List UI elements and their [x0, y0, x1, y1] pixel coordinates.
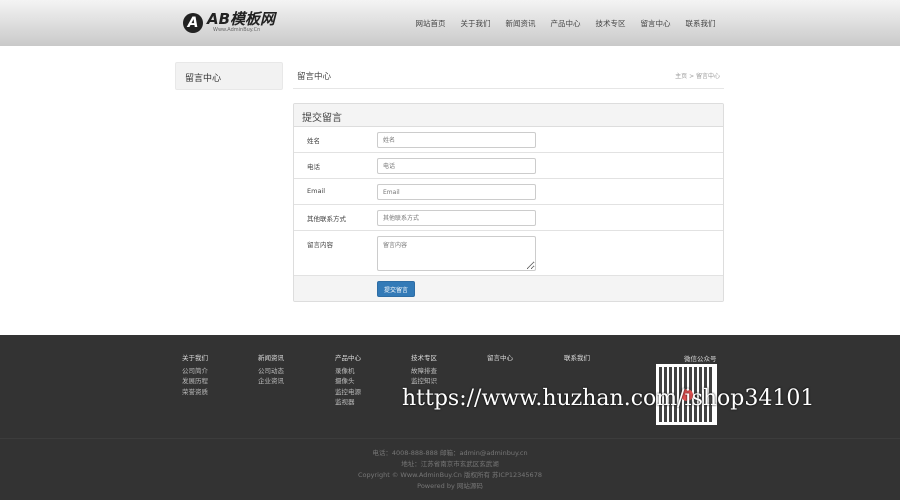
submit-button[interactable]: 提交留言 — [377, 281, 415, 297]
footer-link[interactable]: 故障排查 — [411, 366, 437, 377]
sidebar-item-message[interactable]: 留言中心 — [175, 62, 283, 90]
nav-about[interactable]: 关于我们 — [461, 18, 491, 29]
page-title: 留言中心 — [297, 72, 332, 82]
message-form: 提交留言 姓名 电话 Email 其他联系方式 留言内容 提交留言 — [293, 103, 724, 302]
footer-col-about: 关于我们 公司简介 发展历程 荣誉资质 — [182, 353, 208, 397]
footer-col-title[interactable]: 新闻资讯 — [258, 353, 284, 364]
footer-link[interactable]: 监视器 — [335, 397, 361, 408]
nav-message[interactable]: 留言中心 — [641, 18, 671, 29]
phone-input[interactable] — [377, 158, 536, 174]
footer-link[interactable]: 监控知识 — [411, 376, 437, 387]
powered-by-line[interactable]: Powered by 网站源码 — [0, 481, 900, 492]
footer-link[interactable]: 录像机 — [335, 366, 361, 377]
nav-news[interactable]: 新闻资讯 — [506, 18, 536, 29]
site-header: A AB模板网 Www.AdminBuy.Cn 网站首页 关于我们 新闻资讯 产… — [0, 0, 900, 46]
other-contact-label: 其他联系方式 — [307, 215, 346, 223]
footer-link[interactable]: 公司简介 — [182, 366, 208, 377]
footer-link[interactable]: 发展历程 — [182, 376, 208, 387]
footer-col-tech: 技术专区 故障排查 监控知识 — [411, 353, 437, 387]
footer-col-title[interactable]: 技术专区 — [411, 353, 437, 364]
footer-link[interactable]: 公司动态 — [258, 366, 284, 377]
footer-info: 电话：4008-888-888 邮箱：admin@adminbuy.cn 地址：… — [0, 448, 900, 492]
footer-col-title[interactable]: 产品中心 — [335, 353, 361, 364]
copyright-line: Copyright © Www.AdminBuy.Cn 版权所有 苏ICP123… — [358, 471, 542, 479]
breadcrumb[interactable]: 主页 > 留言中心 — [675, 71, 720, 80]
divider — [293, 88, 724, 89]
message-label: 留言内容 — [307, 241, 333, 249]
address-line: 地址：江苏省南京市玄武区玄武湖 — [401, 460, 499, 468]
main-nav: 网站首页 关于我们 新闻资讯 产品中心 技术专区 留言中心 联系我们 — [408, 18, 723, 29]
footer-link[interactable]: 荣誉资质 — [182, 387, 208, 398]
footer-divider — [0, 438, 900, 439]
contact-line: 电话：4008-888-888 邮箱：admin@adminbuy.cn — [372, 449, 528, 457]
nav-products[interactable]: 产品中心 — [551, 18, 581, 29]
logo[interactable]: A AB模板网 Www.AdminBuy.Cn — [183, 12, 275, 33]
message-textarea[interactable] — [377, 236, 536, 271]
footer-col-contact: 联系我们 — [564, 353, 590, 366]
phone-label: 电话 — [307, 163, 320, 171]
footer-link[interactable]: 监控电源 — [335, 387, 361, 398]
email-label: Email — [307, 187, 326, 195]
site-footer: 关于我们 公司简介 发展历程 荣誉资质 新闻资讯 公司动态 企业资讯 产品中心 … — [0, 335, 900, 500]
footer-col-title[interactable]: 联系我们 — [564, 353, 590, 364]
other-contact-input[interactable] — [377, 210, 536, 226]
footer-col-products: 产品中心 录像机 摄像头 监控电源 监视器 — [335, 353, 361, 408]
footer-col-news: 新闻资讯 公司动态 企业资讯 — [258, 353, 284, 387]
email-input[interactable] — [377, 184, 536, 200]
watermark: https://www.huzhan.com/ishop34101 — [402, 386, 815, 411]
footer-col-message: 留言中心 — [487, 353, 513, 366]
nav-home[interactable]: 网站首页 — [416, 18, 446, 29]
logo-icon: A — [183, 12, 203, 33]
footer-col-title[interactable]: 留言中心 — [487, 353, 513, 364]
footer-col-title[interactable]: 关于我们 — [182, 353, 208, 364]
footer-link[interactable]: 企业资讯 — [258, 376, 284, 387]
footer-link[interactable]: 摄像头 — [335, 376, 361, 387]
nav-tech[interactable]: 技术专区 — [596, 18, 626, 29]
form-title: 提交留言 — [294, 104, 723, 127]
qr-title: 微信公众号 — [684, 355, 717, 363]
name-input[interactable] — [377, 132, 536, 148]
nav-contact[interactable]: 联系我们 — [686, 18, 716, 29]
logo-text: AB模板网 — [207, 10, 276, 28]
name-label: 姓名 — [307, 137, 320, 145]
